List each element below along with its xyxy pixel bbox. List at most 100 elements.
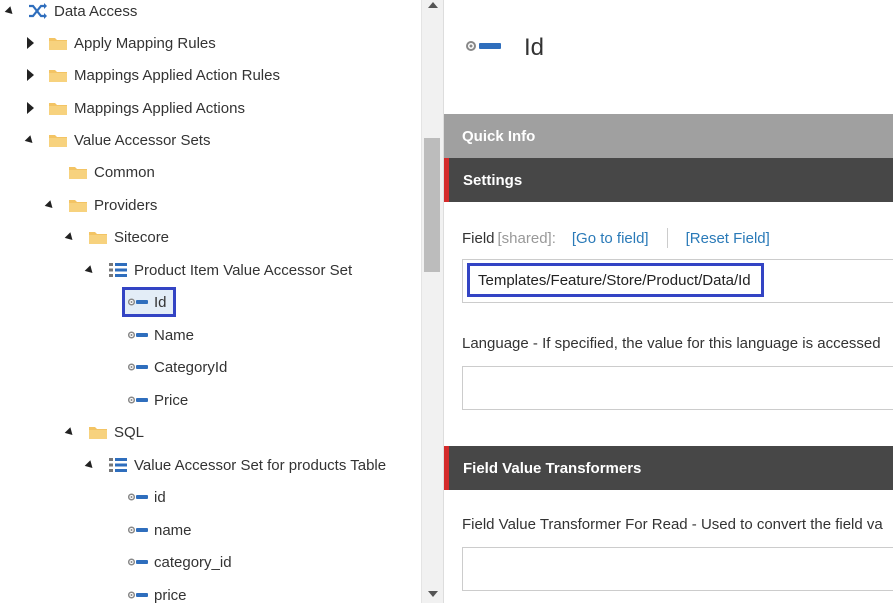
tree-node-label: Value Accessor Set for products Table [134,456,387,474]
field-icon [128,521,148,539]
tree-node[interactable]: Mappings Applied Action Rules [24,61,280,89]
folder-icon [68,163,88,181]
toggle-triangle-icon [64,231,76,243]
field-icon [128,553,148,571]
tree-node-label: price [154,586,187,603]
toggle-triangle-icon [26,37,34,49]
expand-arrow-icon[interactable] [24,37,36,49]
field-input[interactable]: Templates/Feature/Store/Product/Data/Id [462,259,893,303]
tree-node-label: SQL [114,423,145,441]
tree-node[interactable]: SQL [64,418,144,446]
folder-icon [88,228,108,246]
toggle-triangle-icon [24,134,36,146]
expand-arrow-icon[interactable] [24,69,36,81]
tree-node-label: Sitecore [114,228,170,246]
scrollbar-thumb[interactable] [424,138,440,272]
toggle-triangle-icon [4,5,16,17]
field-icon [128,358,148,376]
tree-node-label: Common [94,163,155,181]
field-icon [128,391,148,409]
item-editor: Id Quick Info Settings Field [shared]: [… [443,0,893,603]
list-icon [108,456,128,474]
fvt-read-input[interactable] [462,547,893,591]
collapse-arrow-icon[interactable] [84,459,96,471]
tree-node-label: Data Access [54,2,138,20]
field-icon [128,326,148,344]
collapse-arrow-icon[interactable] [44,199,56,211]
tree-node-label: Mappings Applied Actions [74,99,245,117]
toggle-triangle-icon [26,69,34,81]
tree-node[interactable]: Name [104,321,194,349]
toggle-triangle-icon [64,426,76,438]
go-to-field-link[interactable]: [Go to field] [572,230,649,247]
tree-node-label: Providers [94,196,158,214]
tree-node[interactable]: Product Item Value Accessor Set [84,256,352,284]
settings-section-header[interactable]: Settings [444,158,893,202]
list-icon [108,261,128,279]
reset-field-link[interactable]: [Reset Field] [686,230,770,247]
tree-node[interactable]: Sitecore [64,223,169,251]
field-icon [128,488,148,506]
tree-node[interactable]: CategoryId [104,353,227,381]
editor-header: Id [466,34,544,62]
tree-node[interactable]: category_id [104,548,232,576]
tree-node[interactable]: Id [104,287,176,317]
tree-node-label: Name [154,326,195,344]
tree-node[interactable]: Mappings Applied Actions [24,94,245,122]
tree-node[interactable]: id [104,483,166,511]
tree-node[interactable]: Apply Mapping Rules [24,29,216,57]
toggle-triangle-icon [44,199,56,211]
field-icon [128,586,148,603]
tree-node[interactable]: Data Access [4,0,137,25]
page-title: Id [524,34,545,61]
field-label-row: Field [shared]: [Go to field] [Reset Fie… [462,228,770,248]
scroll-up-arrow-icon[interactable] [428,2,438,8]
tree-node-label: Id [154,293,167,311]
tree-node-label: CategoryId [154,358,228,376]
toggle-triangle-icon [26,102,34,114]
quick-info-section-header[interactable]: Quick Info [444,114,893,158]
tree-node-label: Price [154,391,189,409]
collapse-arrow-icon[interactable] [64,426,76,438]
folder-icon [68,196,88,214]
fvt-read-label: Field Value Transformer For Read - Used … [462,516,883,533]
field-label: Field [462,229,495,247]
tree-scrollbar[interactable] [421,0,443,603]
tree-node[interactable]: Common [44,158,155,186]
folder-icon [48,131,68,149]
language-label: Language - If specified, the value for t… [462,335,881,352]
tree-node[interactable]: name [104,516,192,544]
tree-node-label: name [154,521,192,539]
collapse-arrow-icon[interactable] [24,134,36,146]
tree-node-label: Apply Mapping Rules [74,34,216,52]
tree-node-label: Mappings Applied Action Rules [74,66,280,84]
tree-node[interactable]: Price [104,386,188,414]
tree-node[interactable]: Providers [44,191,157,219]
toggle-triangle-icon [84,459,96,471]
shared-indicator: [shared]: [497,229,556,247]
folder-icon [48,66,68,84]
tree-node-label: Product Item Value Accessor Set [134,261,353,279]
field-icon [466,38,502,59]
shuffle-icon [28,2,48,20]
link-divider [666,228,668,248]
tree-node[interactable]: Value Accessor Set for products Table [84,451,386,479]
selected-tree-node-highlight[interactable]: Id [122,287,176,317]
tree-node-label: Value Accessor Sets [74,131,211,149]
field-input-value: Templates/Feature/Store/Product/Data/Id [467,263,764,297]
scroll-down-arrow-icon[interactable] [428,591,438,597]
expand-arrow-icon[interactable] [24,102,36,114]
language-input[interactable] [462,366,893,410]
toggle-triangle-icon [84,264,96,276]
tree-node-label: category_id [154,553,232,571]
content-tree: Data Access Apply Mapping Rules Mappings A… [0,0,421,603]
tree-node[interactable]: Value Accessor Sets [24,126,210,154]
collapse-arrow-icon[interactable] [84,264,96,276]
field-value-transformers-section-header[interactable]: Field Value Transformers [444,446,893,490]
tree-node-label: id [154,488,166,506]
collapse-arrow-icon[interactable] [4,5,16,17]
tree-node[interactable]: price [104,581,187,603]
folder-icon [48,99,68,117]
collapse-arrow-icon[interactable] [64,231,76,243]
folder-icon [48,34,68,52]
